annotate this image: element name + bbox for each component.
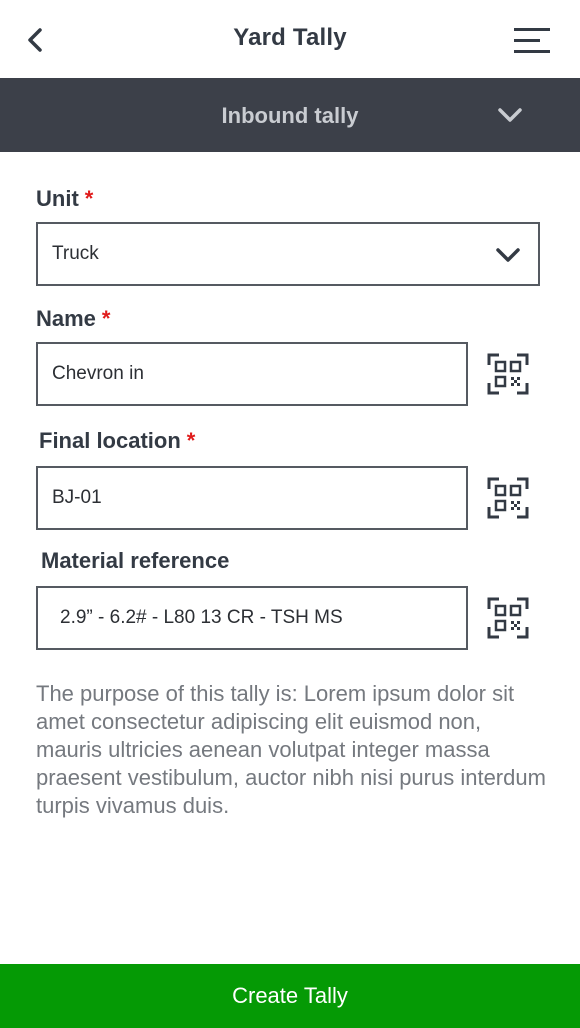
required-mark: * [101, 306, 111, 331]
chevron-down-icon [496, 248, 520, 262]
scan-name-button[interactable] [487, 353, 529, 395]
scan-material-reference-button[interactable] [487, 597, 529, 639]
create-tally-button[interactable]: Create Tally [0, 964, 580, 1028]
final-location-input-value: BJ-01 [52, 487, 102, 508]
required-mark: * [84, 186, 94, 211]
scan-final-location-button[interactable] [487, 477, 529, 519]
section-title: Inbound tally [221, 103, 359, 128]
unit-label: Unit * [36, 186, 93, 212]
name-input[interactable]: Chevron in [36, 342, 468, 406]
unit-label-text: Unit [36, 186, 79, 211]
menu-button[interactable] [510, 24, 554, 56]
hamburger-menu-icon [514, 28, 550, 53]
material-reference-input-value: 2.9” - 6.2# - L80 13 CR - TSH MS [60, 607, 343, 628]
qr-code-icon [487, 477, 529, 519]
app-header: Yard Tally [0, 0, 580, 78]
material-reference-input[interactable]: 2.9” - 6.2# - L80 13 CR - TSH MS [36, 586, 468, 650]
chevron-down-icon [498, 108, 522, 122]
unit-select[interactable]: Truck [36, 222, 540, 286]
material-reference-label: Material reference [41, 548, 229, 574]
page-title: Yard Tally [233, 24, 347, 51]
qr-code-icon [487, 597, 529, 639]
required-mark: * [186, 428, 196, 453]
name-label: Name * [36, 306, 110, 332]
final-location-input[interactable]: BJ-01 [36, 466, 468, 530]
name-label-text: Name [36, 306, 96, 331]
qr-code-icon [487, 353, 529, 395]
tally-description: The purpose of this tally is: Lorem ipsu… [36, 681, 546, 818]
inbound-tally-section-toggle[interactable]: Inbound tally [0, 78, 580, 152]
material-reference-label-text: Material reference [41, 548, 230, 573]
final-location-label-text: Final location [39, 428, 181, 453]
name-input-value: Chevron in [52, 363, 144, 384]
final-location-label: Final location * [39, 428, 195, 454]
unit-select-value: Truck [52, 243, 99, 264]
